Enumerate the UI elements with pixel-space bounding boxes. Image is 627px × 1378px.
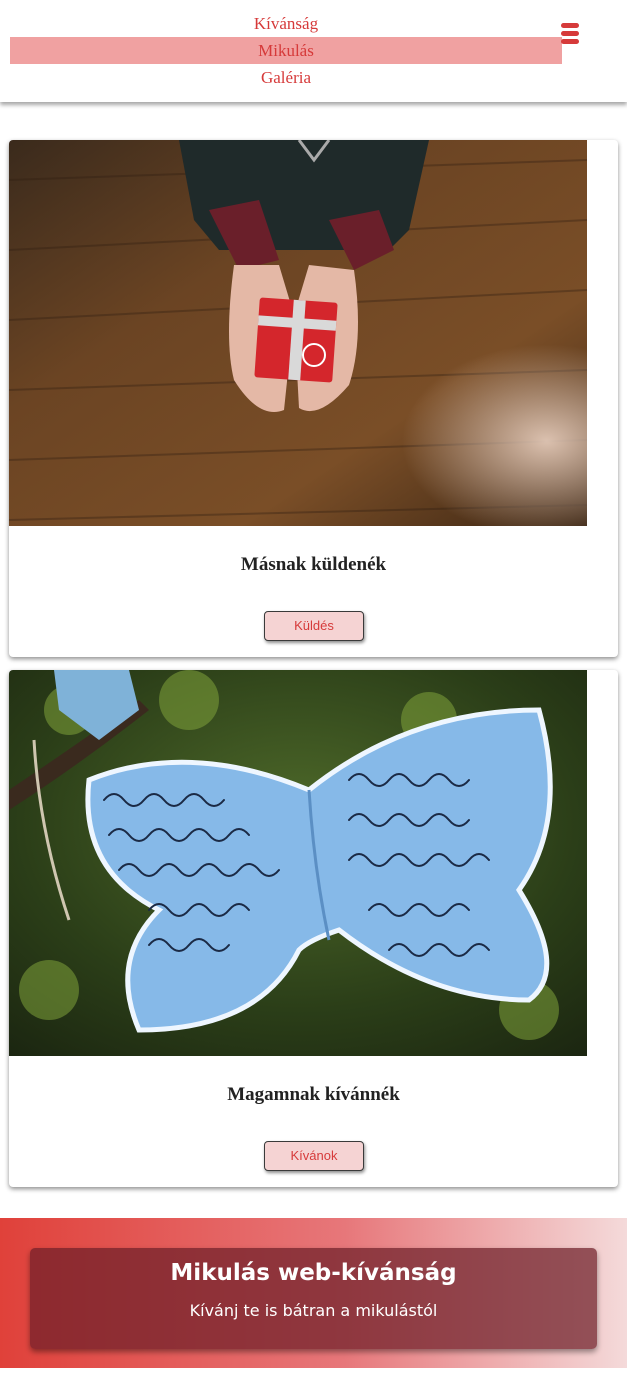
card-title: Másnak küldenék bbox=[240, 554, 387, 575]
send-button[interactable]: Küldés bbox=[264, 611, 364, 641]
banner-box: Mikulás web-kívánság Kívánj te is bátran… bbox=[30, 1248, 597, 1349]
paper-butterfly-wish-photo bbox=[9, 670, 587, 1056]
wish-button[interactable]: Kívánok bbox=[264, 1141, 364, 1171]
card-title: Magamnak kívánnék bbox=[227, 1084, 400, 1105]
footer-banner: Mikulás web-kívánság Kívánj te is bátran… bbox=[0, 1218, 627, 1368]
site-header: Kívánság Mikulás Galéria bbox=[0, 0, 627, 102]
nav-item-galeria[interactable]: Galéria bbox=[10, 64, 562, 91]
nav-item-mikulas[interactable]: Mikulás bbox=[10, 37, 562, 64]
hamburger-menu-icon[interactable] bbox=[561, 23, 579, 44]
card-wish-for-myself: Magamnak kívánnék Kívánok bbox=[9, 670, 618, 1187]
banner-subtitle: Kívánj te is bátran a mikulástól bbox=[189, 1301, 438, 1320]
card-send-to-others: Másnak küldenék Küldés bbox=[9, 140, 618, 657]
gift-in-hands-photo bbox=[9, 140, 587, 526]
banner-title: Mikulás web-kívánság bbox=[170, 1260, 457, 1286]
nav-item-kivansag[interactable]: Kívánság bbox=[10, 10, 562, 37]
